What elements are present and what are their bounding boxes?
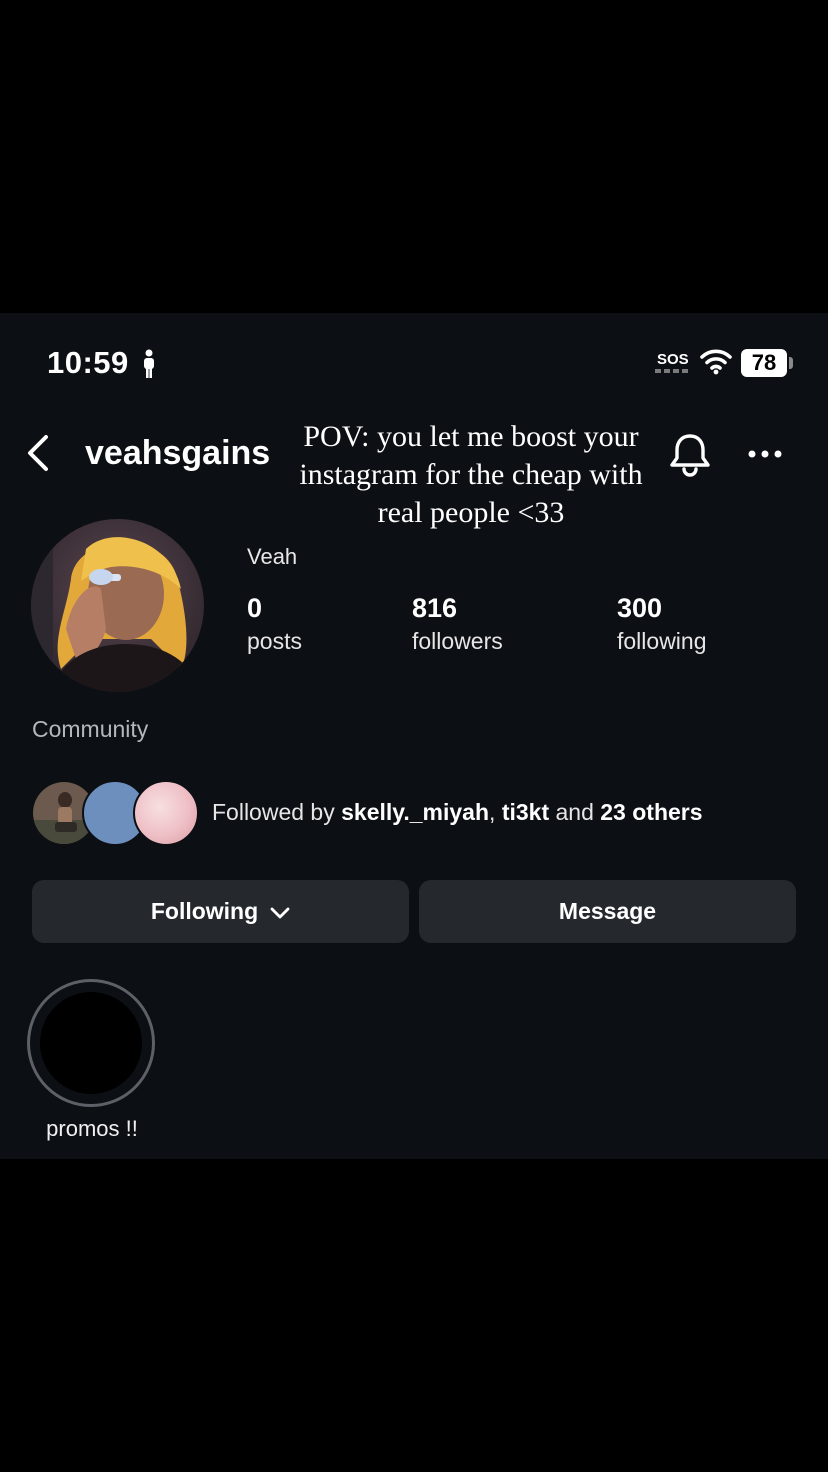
status-time: 10:59 xyxy=(47,345,129,380)
profile-screen: 10:59 SOS 78 veahsgains POV: you let me … xyxy=(0,313,828,1159)
chevron-down-icon xyxy=(270,907,290,918)
followers-label[interactable]: followers xyxy=(412,628,503,655)
profile-category: Community xyxy=(32,716,149,742)
highlight-label: promos !! xyxy=(46,1116,138,1141)
battery-indicator: 78 xyxy=(741,349,787,377)
bell-icon[interactable] xyxy=(668,431,712,477)
wifi-icon xyxy=(700,349,732,375)
followed-by-text[interactable]: Followed by skelly._miyah, ti3kt and 23 … xyxy=(212,799,703,826)
signal-dots-icon xyxy=(655,369,688,373)
sos-indicator: SOS xyxy=(657,351,689,368)
caption-overlay: POV: you let me boost your instagram for… xyxy=(299,420,643,529)
avatar-photo xyxy=(31,519,204,692)
message-button[interactable]: Message xyxy=(419,880,796,943)
profile-avatar[interactable] xyxy=(31,519,204,692)
followed-by-separator: , xyxy=(489,799,502,825)
message-button-label: Message xyxy=(558,898,657,924)
mutual-user-1[interactable]: skelly._miyah xyxy=(341,799,489,825)
display-name: Veah xyxy=(247,544,298,569)
posts-count[interactable]: 0 xyxy=(247,593,262,624)
posts-label[interactable]: posts xyxy=(247,628,302,655)
more-horizontal-icon[interactable] xyxy=(747,449,783,459)
following-count[interactable]: 300 xyxy=(617,593,662,624)
highlight-cover[interactable] xyxy=(40,992,142,1094)
mutual-others[interactable]: 23 others xyxy=(600,799,702,825)
mutual-user-2[interactable]: ti3kt xyxy=(502,799,549,825)
person-icon xyxy=(144,349,154,378)
mutual-follower-avatar[interactable] xyxy=(133,780,199,846)
following-button[interactable]: Following xyxy=(32,880,409,943)
profile-username: veahsgains xyxy=(85,434,271,472)
following-label[interactable]: following xyxy=(617,628,707,655)
battery-tip xyxy=(789,357,793,369)
following-button-label: Following xyxy=(150,898,259,924)
followers-count[interactable]: 816 xyxy=(412,593,457,624)
followed-by-prefix: Followed by xyxy=(212,799,342,825)
followed-by-connector: and xyxy=(549,799,601,825)
chevron-left-icon[interactable] xyxy=(24,433,52,473)
